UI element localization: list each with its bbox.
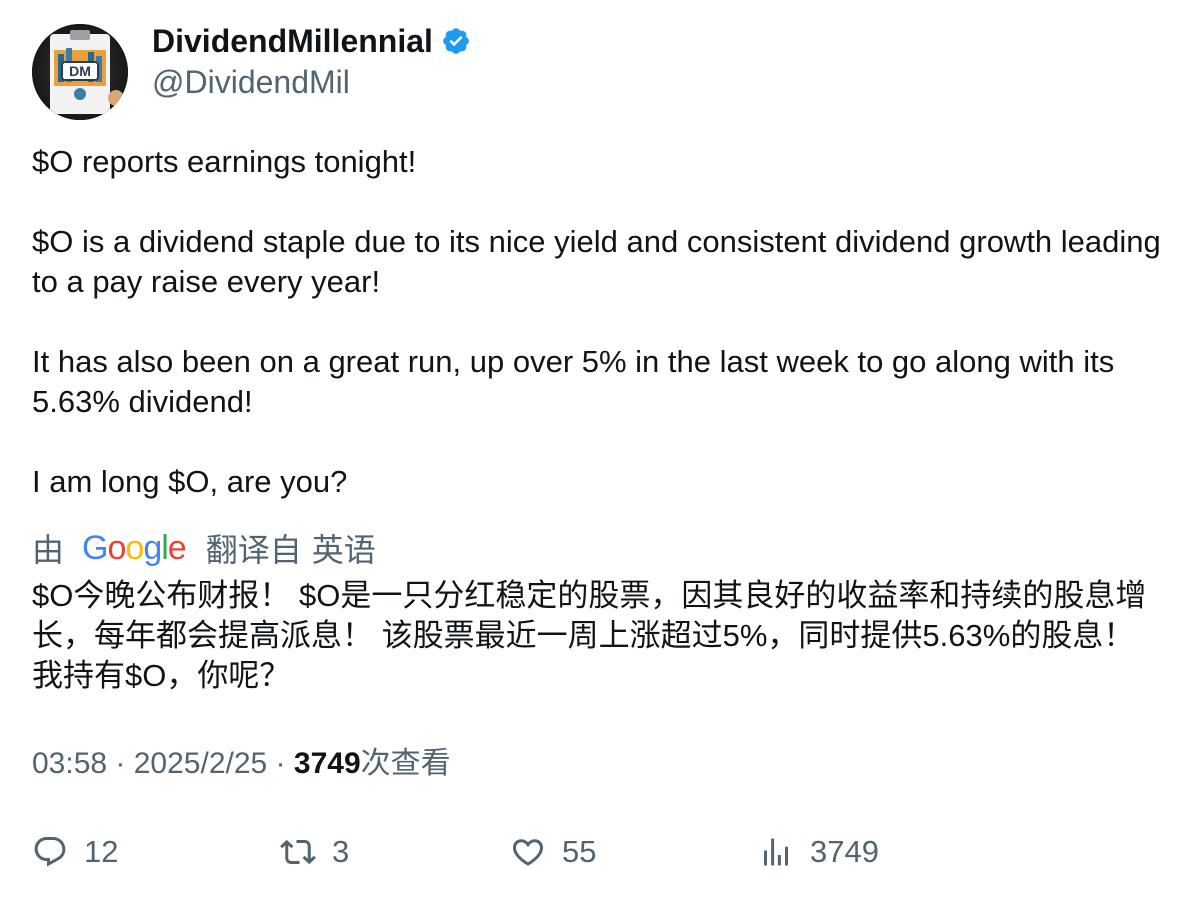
- tweet-time[interactable]: 03:58: [32, 747, 107, 780]
- translated-by-label: 由: [32, 532, 65, 568]
- tweet-meta: 03:58 · 2025/2/25 · 3749次查看: [32, 744, 451, 784]
- views-label: 次查看: [360, 747, 451, 780]
- translated-text: $O今晚公布财报！ $O是一只分红稳定的股票，因其良好的收益率和持续的股息增长，…: [32, 578, 1147, 693]
- reply-icon: [34, 837, 66, 867]
- action-bar: 12 3 55 3749: [32, 830, 1172, 874]
- retweet-button[interactable]: 3: [280, 830, 349, 874]
- tweet-paragraph: $O reports earnings tonight!: [32, 144, 417, 179]
- retweet-count: 3: [332, 834, 350, 869]
- heart-icon: [512, 839, 544, 866]
- avatar-text: DM: [69, 63, 91, 79]
- views-button[interactable]: 3749: [758, 830, 879, 874]
- tweet-text: $O reports earnings tonight! $O is a div…: [32, 142, 1172, 502]
- like-count: 55: [562, 834, 597, 869]
- user-handle[interactable]: @DividendMil: [152, 62, 471, 102]
- tweet-date[interactable]: 2025/2/25: [134, 747, 267, 780]
- views-action-count: 3749: [810, 834, 879, 869]
- tweet-paragraph: I am long $O, are you?: [32, 464, 348, 499]
- analytics-icon: [764, 838, 788, 866]
- translation-attribution: 由 Google 翻译自 英语: [32, 526, 376, 570]
- tweet-paragraph: $O is a dividend staple due to its nice …: [32, 224, 1161, 299]
- like-button[interactable]: 55: [510, 830, 596, 874]
- author-names: DividendMillennial @DividendMil: [152, 24, 471, 120]
- meta-separator: ·: [267, 747, 294, 780]
- views-count: 3749: [293, 747, 361, 780]
- reply-count: 12: [84, 834, 119, 869]
- meta-separator: ·: [107, 747, 134, 780]
- google-logo[interactable]: Google: [82, 529, 187, 568]
- avatar-image: DM: [32, 24, 128, 120]
- source-language: 英语: [311, 532, 376, 568]
- display-name-row: DividendMillennial: [152, 24, 471, 58]
- tweet-header: DM DividendMillennial @DividendMil: [32, 24, 471, 120]
- verified-badge-icon[interactable]: [441, 26, 471, 56]
- avatar[interactable]: DM: [32, 24, 128, 120]
- tweet-paragraph: It has also been on a great run, up over…: [32, 344, 1115, 419]
- reply-button[interactable]: 12: [32, 830, 118, 874]
- retweet-icon: [280, 839, 316, 865]
- display-name[interactable]: DividendMillennial: [152, 24, 433, 58]
- tweet-card: DM DividendMillennial @DividendMil $O re…: [0, 0, 1196, 898]
- translated-from-label: 翻译自: [205, 532, 302, 568]
